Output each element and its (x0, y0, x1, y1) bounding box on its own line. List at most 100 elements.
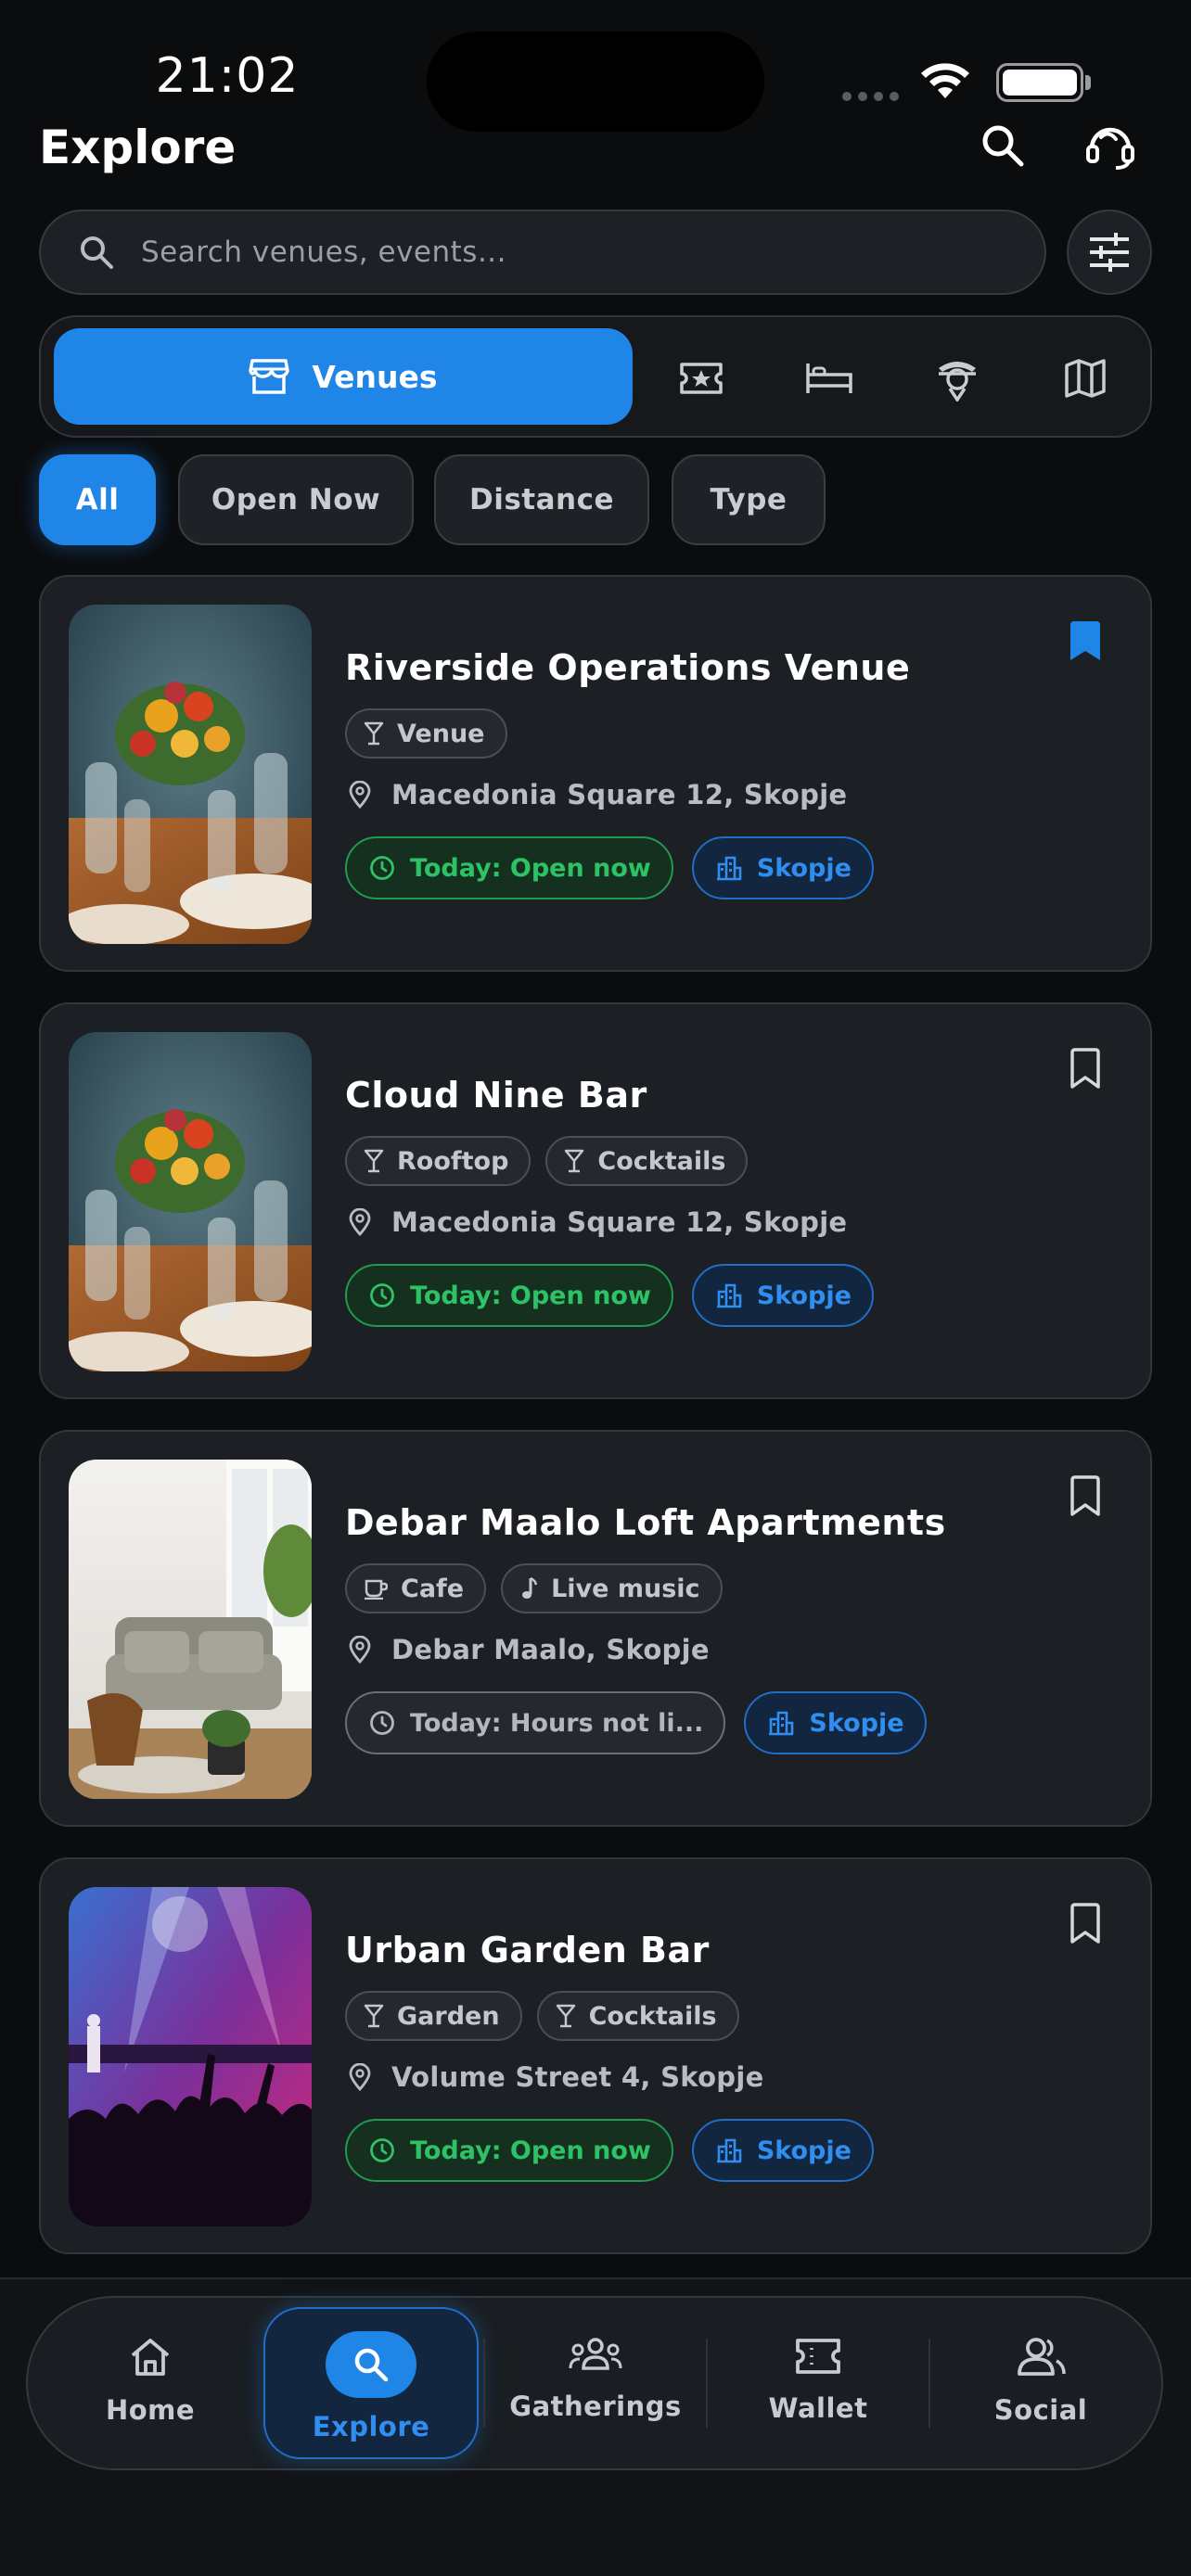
city-badge[interactable]: Skopje (691, 1264, 874, 1327)
battery-icon (996, 63, 1083, 102)
venue-tag: Cocktails (536, 1991, 739, 2041)
nav-gatherings[interactable]: Gatherings (488, 2318, 703, 2457)
clock-icon (370, 2138, 394, 2162)
bookmark-icon[interactable] (1065, 1045, 1106, 1095)
nav-home[interactable]: Home (43, 2318, 258, 2457)
venue-image (69, 1460, 312, 1799)
venue-name: Riverside Operations Venue (345, 647, 911, 688)
cocktail-icon (364, 1149, 384, 1173)
filter-button[interactable] (1067, 210, 1152, 295)
hours-badge: Today: Open now (345, 1264, 673, 1327)
venue-card[interactable]: Debar Maalo Loft Apartments Cafe Live mu… (39, 1430, 1152, 1827)
city-icon (716, 856, 742, 881)
bookmark-icon[interactable] (1065, 1473, 1106, 1523)
nav-divider (483, 2339, 485, 2428)
clock-icon (370, 856, 394, 880)
venue-tags: Rooftop Cocktails (345, 1136, 749, 1186)
nav-wallet[interactable]: Wallet (711, 2318, 926, 2457)
segment-venues[interactable]: Venues (54, 328, 633, 425)
nav-explore-icon-bg (326, 2331, 416, 2398)
ticket-star-icon[interactable] (668, 345, 735, 412)
group-icon (569, 2338, 622, 2370)
nav-gatherings-label: Gatherings (509, 2391, 682, 2422)
nav-social-label: Social (993, 2394, 1088, 2426)
venue-tag: Cocktails (545, 1136, 749, 1186)
venue-tag: Rooftop (345, 1136, 531, 1186)
venue-card[interactable]: Riverside Operations Venue Venue Macedon… (39, 575, 1152, 972)
nav-explore-label: Explore (312, 2411, 430, 2442)
search-placeholder: Search venues, events... (141, 236, 507, 269)
cocktail-icon (364, 2004, 384, 2028)
city-badge[interactable]: Skopje (691, 2119, 874, 2182)
location-pin-icon (349, 2063, 371, 2091)
chip-type[interactable]: Type (672, 454, 826, 545)
venue-tag: Cafe (345, 1563, 487, 1613)
dynamic-island (427, 32, 764, 132)
battery-tip (1085, 75, 1091, 90)
venue-name: Urban Garden Bar (345, 1930, 710, 1970)
venue-tags: Garden Cocktails (345, 1991, 739, 2041)
city-icon (716, 1283, 742, 1308)
search-icon (81, 236, 113, 269)
guide-icon[interactable] (924, 345, 991, 412)
storefront-icon (249, 359, 290, 394)
chip-all[interactable]: All (39, 454, 156, 545)
location-pin-icon (349, 1208, 371, 1236)
nav-divider (706, 2339, 708, 2428)
venue-tag: Venue (345, 708, 507, 759)
search-icon[interactable] (970, 113, 1035, 178)
bookmark-filled-icon[interactable] (1065, 618, 1106, 668)
chip-distance[interactable]: Distance (434, 454, 649, 545)
venue-name: Cloud Nine Bar (345, 1075, 647, 1116)
venue-status-row: Today: Open now Skopje (345, 2119, 874, 2182)
city-badge[interactable]: Skopje (744, 1691, 927, 1754)
search-input[interactable]: Search venues, events... (39, 210, 1046, 295)
location-pin-icon (349, 781, 371, 809)
page-title: Explore (39, 121, 237, 174)
venue-image (69, 605, 312, 944)
wifi-icon (918, 61, 972, 106)
map-icon[interactable] (1052, 345, 1119, 412)
signal-icon (842, 87, 905, 105)
bookmark-icon[interactable] (1065, 1900, 1106, 1950)
venue-address: Volume Street 4, Skopje (345, 2061, 764, 2093)
clock-icon (370, 1711, 394, 1735)
people-icon (1018, 2338, 1066, 2376)
venue-tags: Venue (345, 708, 507, 759)
venue-tag: Live music (501, 1563, 723, 1613)
segment-venues-label: Venues (312, 358, 438, 395)
music-note-icon (522, 1576, 538, 1599)
sliders-icon (1090, 233, 1129, 272)
venue-tag: Garden (345, 1991, 522, 2041)
venue-card[interactable]: Cloud Nine Bar Rooftop Cocktails Macedon… (39, 1002, 1152, 1399)
venue-status-row: Today: Hours not li... Skopje (345, 1691, 927, 1754)
hours-badge: Today: Hours not li... (345, 1691, 726, 1754)
coffee-icon (365, 1579, 388, 1600)
chip-open-now[interactable]: Open Now (178, 454, 414, 545)
nav-divider (928, 2339, 930, 2428)
venue-name: Debar Maalo Loft Apartments (345, 1502, 946, 1543)
venue-status-row: Today: Open now Skopje (345, 836, 874, 899)
venue-address: Macedonia Square 12, Skopje (345, 779, 847, 810)
nav-wallet-label: Wallet (768, 2392, 868, 2424)
venue-address: Debar Maalo, Skopje (345, 1634, 710, 1665)
category-segment: Venues (39, 315, 1152, 438)
nav-explore[interactable]: Explore (263, 2307, 479, 2459)
nav-social[interactable]: Social (933, 2318, 1148, 2457)
clock-icon (370, 1283, 394, 1307)
city-icon (769, 1711, 794, 1736)
hours-badge: Today: Open now (345, 2119, 673, 2182)
ticket-icon (796, 2339, 840, 2374)
location-pin-icon (349, 1636, 371, 1664)
cocktail-icon (556, 2004, 575, 2028)
venue-card[interactable]: Urban Garden Bar Garden Cocktails Volume… (39, 1857, 1152, 2254)
city-badge[interactable]: Skopje (691, 836, 874, 899)
status-time: 21:02 (155, 48, 300, 104)
cocktail-icon (565, 1149, 584, 1173)
search-icon (354, 2348, 389, 2382)
venue-status-row: Today: Open now Skopje (345, 1264, 874, 1327)
nav-home-label: Home (105, 2394, 196, 2426)
headset-icon[interactable] (1078, 113, 1143, 178)
bed-icon[interactable] (796, 345, 863, 412)
venue-tags: Cafe Live music (345, 1563, 723, 1613)
